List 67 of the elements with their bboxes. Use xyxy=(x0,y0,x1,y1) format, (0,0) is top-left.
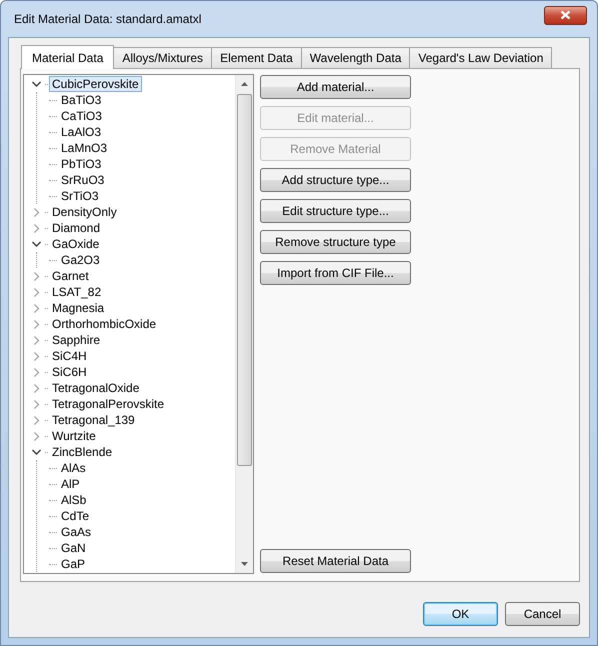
tab[interactable]: Vegard's Law Deviation xyxy=(409,47,552,68)
tree-item[interactable]: CubicPerovskite xyxy=(49,76,142,92)
scroll-down-icon[interactable] xyxy=(241,562,248,566)
tree-item[interactable]: Wurtzite xyxy=(49,428,99,444)
tree-item[interactable]: TetragonalPerovskite xyxy=(49,396,168,412)
tree-item[interactable]: LSAT_82 xyxy=(49,284,104,300)
tab[interactable]: Alloys/Mixtures xyxy=(113,47,212,68)
action-button[interactable]: Remove structure type xyxy=(260,230,411,254)
tree-item[interactable]: AlAs xyxy=(58,460,89,476)
tree-item[interactable]: GaOxide xyxy=(49,236,102,252)
scroll-thumb[interactable] xyxy=(237,94,252,466)
window-title: Edit Material Data: standard.amatxl xyxy=(14,12,202,26)
tree-item[interactable]: Garnet xyxy=(49,268,92,284)
tree-item[interactable]: LaAlO3 xyxy=(58,124,104,140)
tab[interactable]: Element Data xyxy=(211,47,302,68)
tree-item[interactable]: TetragonalOxide xyxy=(49,380,142,396)
ok-button[interactable]: OK xyxy=(423,602,498,626)
tree-item[interactable]: GaP xyxy=(58,556,88,572)
tree-item[interactable]: BaTiO3 xyxy=(58,92,104,108)
tree-item[interactable]: Ga2O3 xyxy=(58,252,103,268)
tree-item[interactable]: SiC4H xyxy=(49,348,90,364)
expand-chevron-icon[interactable] xyxy=(31,416,42,424)
action-button[interactable]: Add material... xyxy=(260,75,411,99)
tree-item[interactable]: CdTe xyxy=(58,508,92,524)
expand-chevron-icon[interactable] xyxy=(31,368,42,376)
expand-chevron-icon[interactable] xyxy=(31,320,42,328)
tree-item[interactable]: PbTiO3 xyxy=(58,156,104,172)
tree-item[interactable]: SrRuO3 xyxy=(58,172,108,188)
expand-chevron-icon[interactable] xyxy=(31,336,42,344)
tree-item[interactable]: SiC6H xyxy=(49,364,90,380)
tree-item[interactable]: AlP xyxy=(58,476,83,492)
action-button[interactable]: Add structure type... xyxy=(260,168,411,192)
collapse-chevron-icon[interactable] xyxy=(31,448,42,456)
tree-item[interactable]: Sapphire xyxy=(49,332,104,348)
expand-chevron-icon[interactable] xyxy=(31,432,42,440)
collapse-chevron-icon[interactable] xyxy=(31,80,42,88)
action-button[interactable]: Edit structure type... xyxy=(260,199,411,223)
expand-chevron-icon[interactable] xyxy=(31,224,42,232)
tree-item[interactable]: LaMnO3 xyxy=(58,140,110,156)
expand-chevron-icon[interactable] xyxy=(31,288,42,296)
tree-item[interactable]: DensityOnly xyxy=(49,204,120,220)
expand-chevron-icon[interactable] xyxy=(31,272,42,280)
tree-item[interactable]: GaN xyxy=(58,540,89,556)
tab[interactable]: Wavelength Data xyxy=(300,47,410,68)
expand-chevron-icon[interactable] xyxy=(31,384,42,392)
scrollbar[interactable] xyxy=(235,75,253,573)
tree-item[interactable]: GaAs xyxy=(58,524,94,540)
expand-chevron-icon[interactable] xyxy=(31,208,42,216)
scroll-up-icon[interactable] xyxy=(241,82,248,86)
reset-button[interactable]: Reset Material Data xyxy=(260,549,411,573)
tree-item[interactable]: SrTiO3 xyxy=(58,188,102,204)
tree-item[interactable]: CaTiO3 xyxy=(58,108,105,124)
action-button[interactable]: Import from CIF File... xyxy=(260,261,411,285)
tree-item[interactable]: OrthorhombicOxide xyxy=(49,316,160,332)
expand-chevron-icon[interactable] xyxy=(31,352,42,360)
expand-chevron-icon[interactable] xyxy=(31,400,42,408)
tree-item[interactable]: AlSb xyxy=(58,492,90,508)
cancel-button[interactable]: Cancel xyxy=(505,602,580,626)
tree-item[interactable]: Magnesia xyxy=(49,300,108,316)
tree-item[interactable]: ZincBlende xyxy=(49,444,116,460)
tab[interactable]: Material Data xyxy=(21,45,114,69)
collapse-chevron-icon[interactable] xyxy=(31,240,42,248)
tree-item[interactable]: Diamond xyxy=(49,220,104,236)
close-button[interactable] xyxy=(544,6,587,24)
close-icon xyxy=(560,10,571,20)
tree-item[interactable]: Tetragonal_139 xyxy=(49,412,138,428)
expand-chevron-icon[interactable] xyxy=(31,304,42,312)
